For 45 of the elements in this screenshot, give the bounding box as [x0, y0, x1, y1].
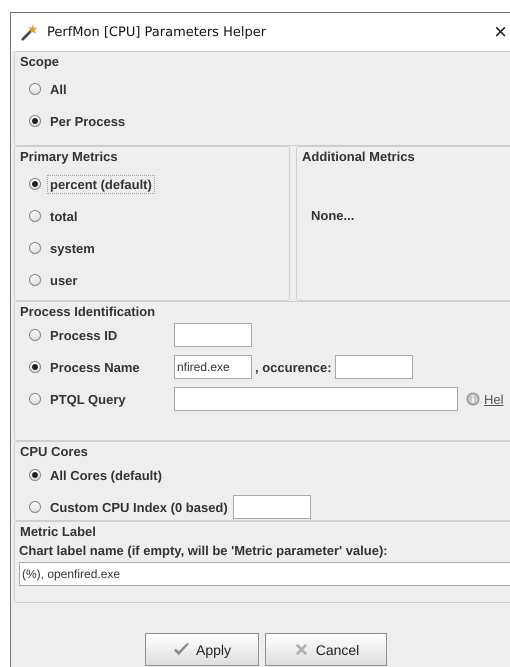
- radio-button[interactable]: [29, 469, 41, 481]
- window-title: PerfMon [CPU] Parameters Helper: [47, 24, 266, 40]
- input-field[interactable]: nfired.exe: [174, 355, 252, 379]
- group-title: Metric Label: [20, 524, 97, 539]
- radio-button[interactable]: [29, 329, 41, 341]
- option-label[interactable]: percent (default): [47, 174, 155, 194]
- group-title: CPU Cores: [20, 444, 89, 459]
- radio-button[interactable]: [29, 210, 41, 222]
- input-field[interactable]: [174, 323, 252, 347]
- input-field[interactable]: [334, 355, 413, 379]
- field-label: Chart label name (if empty, will be 'Metric parameter' value):: [19, 543, 389, 558]
- radio-button[interactable]: [29, 115, 41, 127]
- option-label[interactable]: user: [47, 270, 80, 290]
- option-label[interactable]: Per Process: [47, 112, 128, 130]
- input-field[interactable]: [232, 495, 311, 519]
- radio-button[interactable]: [29, 393, 41, 405]
- option-label[interactable]: system: [47, 238, 98, 258]
- group-title: Additional Metrics: [302, 149, 416, 164]
- radio-button[interactable]: [29, 361, 41, 373]
- option-label[interactable]: All Cores (default): [47, 466, 165, 484]
- wand-icon: [21, 23, 39, 41]
- group-title: Process Identification: [20, 304, 156, 319]
- option-label[interactable]: PTQL Query: [47, 390, 129, 408]
- input-field[interactable]: (%), openfired.exe: [19, 562, 510, 586]
- close-button[interactable]: ×: [494, 19, 507, 45]
- info-icon: [466, 392, 480, 406]
- radio-button[interactable]: [29, 501, 41, 513]
- option-label[interactable]: Process Name: [47, 358, 143, 376]
- radio-button[interactable]: [29, 83, 41, 95]
- empty-text: None...: [311, 208, 356, 223]
- check-icon: [172, 642, 190, 657]
- option-label[interactable]: total: [47, 206, 80, 226]
- field-label: , occurence:: [254, 358, 333, 376]
- group-title: Primary Metrics: [20, 149, 119, 164]
- option-label[interactable]: Custom CPU Index (0 based): [47, 498, 231, 516]
- radio-button[interactable]: [29, 274, 41, 286]
- input-field[interactable]: [174, 387, 458, 411]
- apply-button[interactable]: Apply: [145, 633, 259, 666]
- radio-button[interactable]: [29, 178, 41, 190]
- option-label[interactable]: All: [47, 80, 70, 98]
- option-label[interactable]: Process ID: [47, 326, 120, 344]
- group-title: Scope: [20, 54, 60, 69]
- radio-button[interactable]: [29, 242, 41, 254]
- help-link[interactable]: Hel: [484, 392, 504, 406]
- cancel-button[interactable]: Cancel: [265, 633, 387, 666]
